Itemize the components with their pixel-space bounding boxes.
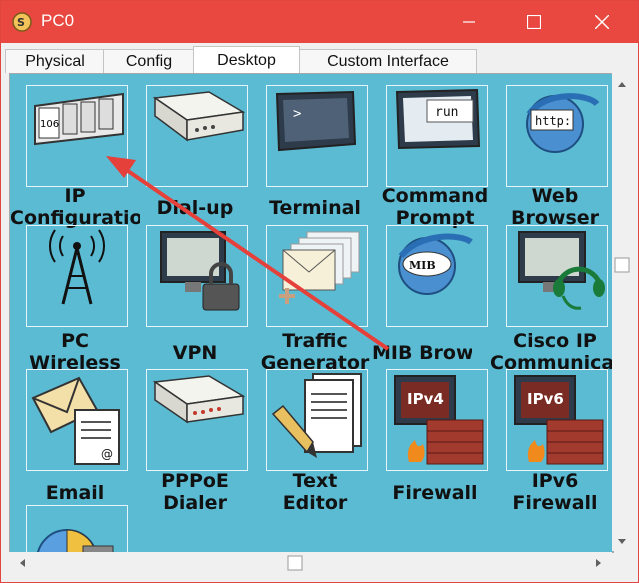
svg-text:S: S [17, 16, 25, 29]
cisco-ip-label-1: Cisco IP [513, 330, 597, 352]
dialup-label: Dial-up [156, 197, 234, 219]
text-editor-app[interactable] [266, 369, 368, 471]
pppoe-label-1: PPPoE [161, 470, 229, 492]
window-title: PC0 [41, 11, 75, 30]
svg-text:IPv4: IPv4 [407, 390, 444, 408]
maximize-button[interactable] [511, 1, 557, 43]
vertical-scrollbar-graphic [614, 82, 630, 544]
ipv6-firewall-icon: IPv6 [514, 375, 604, 465]
app-window: S PC0 Physical Config Desktop Custom Int… [0, 0, 639, 583]
tab-bar: Physical Config Desktop Custom Interface [1, 43, 638, 74]
ip-config-icon: 106 [34, 92, 124, 146]
pppoe-dialer-app[interactable] [146, 369, 248, 471]
svg-text:106: 106 [40, 119, 59, 130]
svg-text:>: > [293, 106, 301, 122]
tab-config[interactable]: Config [103, 49, 195, 73]
horizontal-scrollbar-graphic [20, 555, 601, 571]
svg-text:MIB: MIB [409, 259, 436, 272]
minimize-icon [463, 21, 475, 23]
dialup-app[interactable] [146, 85, 248, 187]
pc-wireless-app[interactable] [26, 225, 128, 327]
terminal-icon: > [275, 90, 357, 152]
svg-text:IPv6: IPv6 [527, 390, 564, 408]
command-prompt-icon: run [395, 88, 481, 150]
firewall-app[interactable]: IPv4 [386, 369, 488, 471]
web-browser-icon: http: [526, 93, 600, 153]
email-icon: @ [31, 376, 120, 465]
pppoe-modem-icon [152, 375, 246, 424]
terminal-label: Terminal [269, 197, 361, 219]
close-icon [595, 15, 609, 29]
modem-icon [152, 91, 246, 142]
svg-text:http:: http: [535, 114, 571, 128]
tab-physical[interactable]: Physical [5, 49, 105, 73]
vertical-scrollbar[interactable] [612, 73, 632, 551]
email-app[interactable]: @ [26, 369, 128, 471]
close-button[interactable] [579, 1, 625, 43]
ip-communicator-icon [518, 231, 605, 310]
cisco-ip-communicator-app[interactable] [506, 225, 608, 327]
email-label: Email [45, 482, 105, 504]
vpn-monitor-lock-icon [160, 231, 240, 311]
text-editor-label-2: Editor [282, 492, 348, 514]
traffic-generator-app[interactable] [266, 225, 368, 327]
traffic-generator-icon [279, 231, 360, 304]
vpn-app[interactable] [146, 225, 248, 327]
text-editor-icon [271, 373, 362, 458]
mib-browser-app[interactable]: MIB [386, 225, 488, 327]
mib-browser-icon: MIB [398, 233, 473, 295]
ipv6-firewall-label-2: Firewall [512, 492, 598, 514]
pppoe-label-2: Dialer [163, 492, 227, 514]
desktop-panel: 106 IP Configuratio Dial-up > Terminal r… [9, 73, 614, 553]
pc-wireless-label-1: PC [61, 330, 89, 352]
text-editor-label-1: Text [292, 470, 338, 492]
ipv6-firewall-label-1: IPv6 [531, 470, 579, 492]
ip-configuration-label-1: IP [64, 185, 86, 207]
packet-tracer-icon: S [11, 12, 33, 36]
firewall-label: Firewall [392, 482, 478, 504]
terminal-app[interactable]: > [266, 85, 368, 187]
minimize-button[interactable] [446, 1, 492, 43]
firewall-icon: IPv4 [394, 375, 484, 465]
command-prompt-app[interactable]: run [386, 85, 488, 187]
traffic-generator-label-1: Traffic [282, 330, 348, 352]
additional-app[interactable] [26, 505, 128, 552]
command-prompt-label-1: Command [381, 185, 489, 207]
pie-chart-icon [37, 529, 114, 552]
web-browser-label-1: Web [531, 185, 579, 207]
svg-text:@: @ [101, 447, 113, 461]
horizontal-scrollbar[interactable] [9, 552, 612, 574]
maximize-icon [527, 15, 541, 29]
vpn-label: VPN [172, 342, 218, 364]
svg-text:run: run [435, 105, 458, 120]
web-browser-app[interactable]: http: [506, 85, 608, 187]
title-bar[interactable]: S PC0 [1, 1, 638, 43]
wireless-tower-icon [48, 229, 106, 305]
ip-configuration-app[interactable]: 106 [26, 85, 128, 187]
tab-desktop[interactable]: Desktop [193, 46, 300, 74]
mib-browser-label: MIB Brow [372, 342, 472, 364]
ipv6-firewall-app[interactable]: IPv6 [506, 369, 608, 471]
tab-custom-interface[interactable]: Custom Interface [299, 49, 477, 73]
